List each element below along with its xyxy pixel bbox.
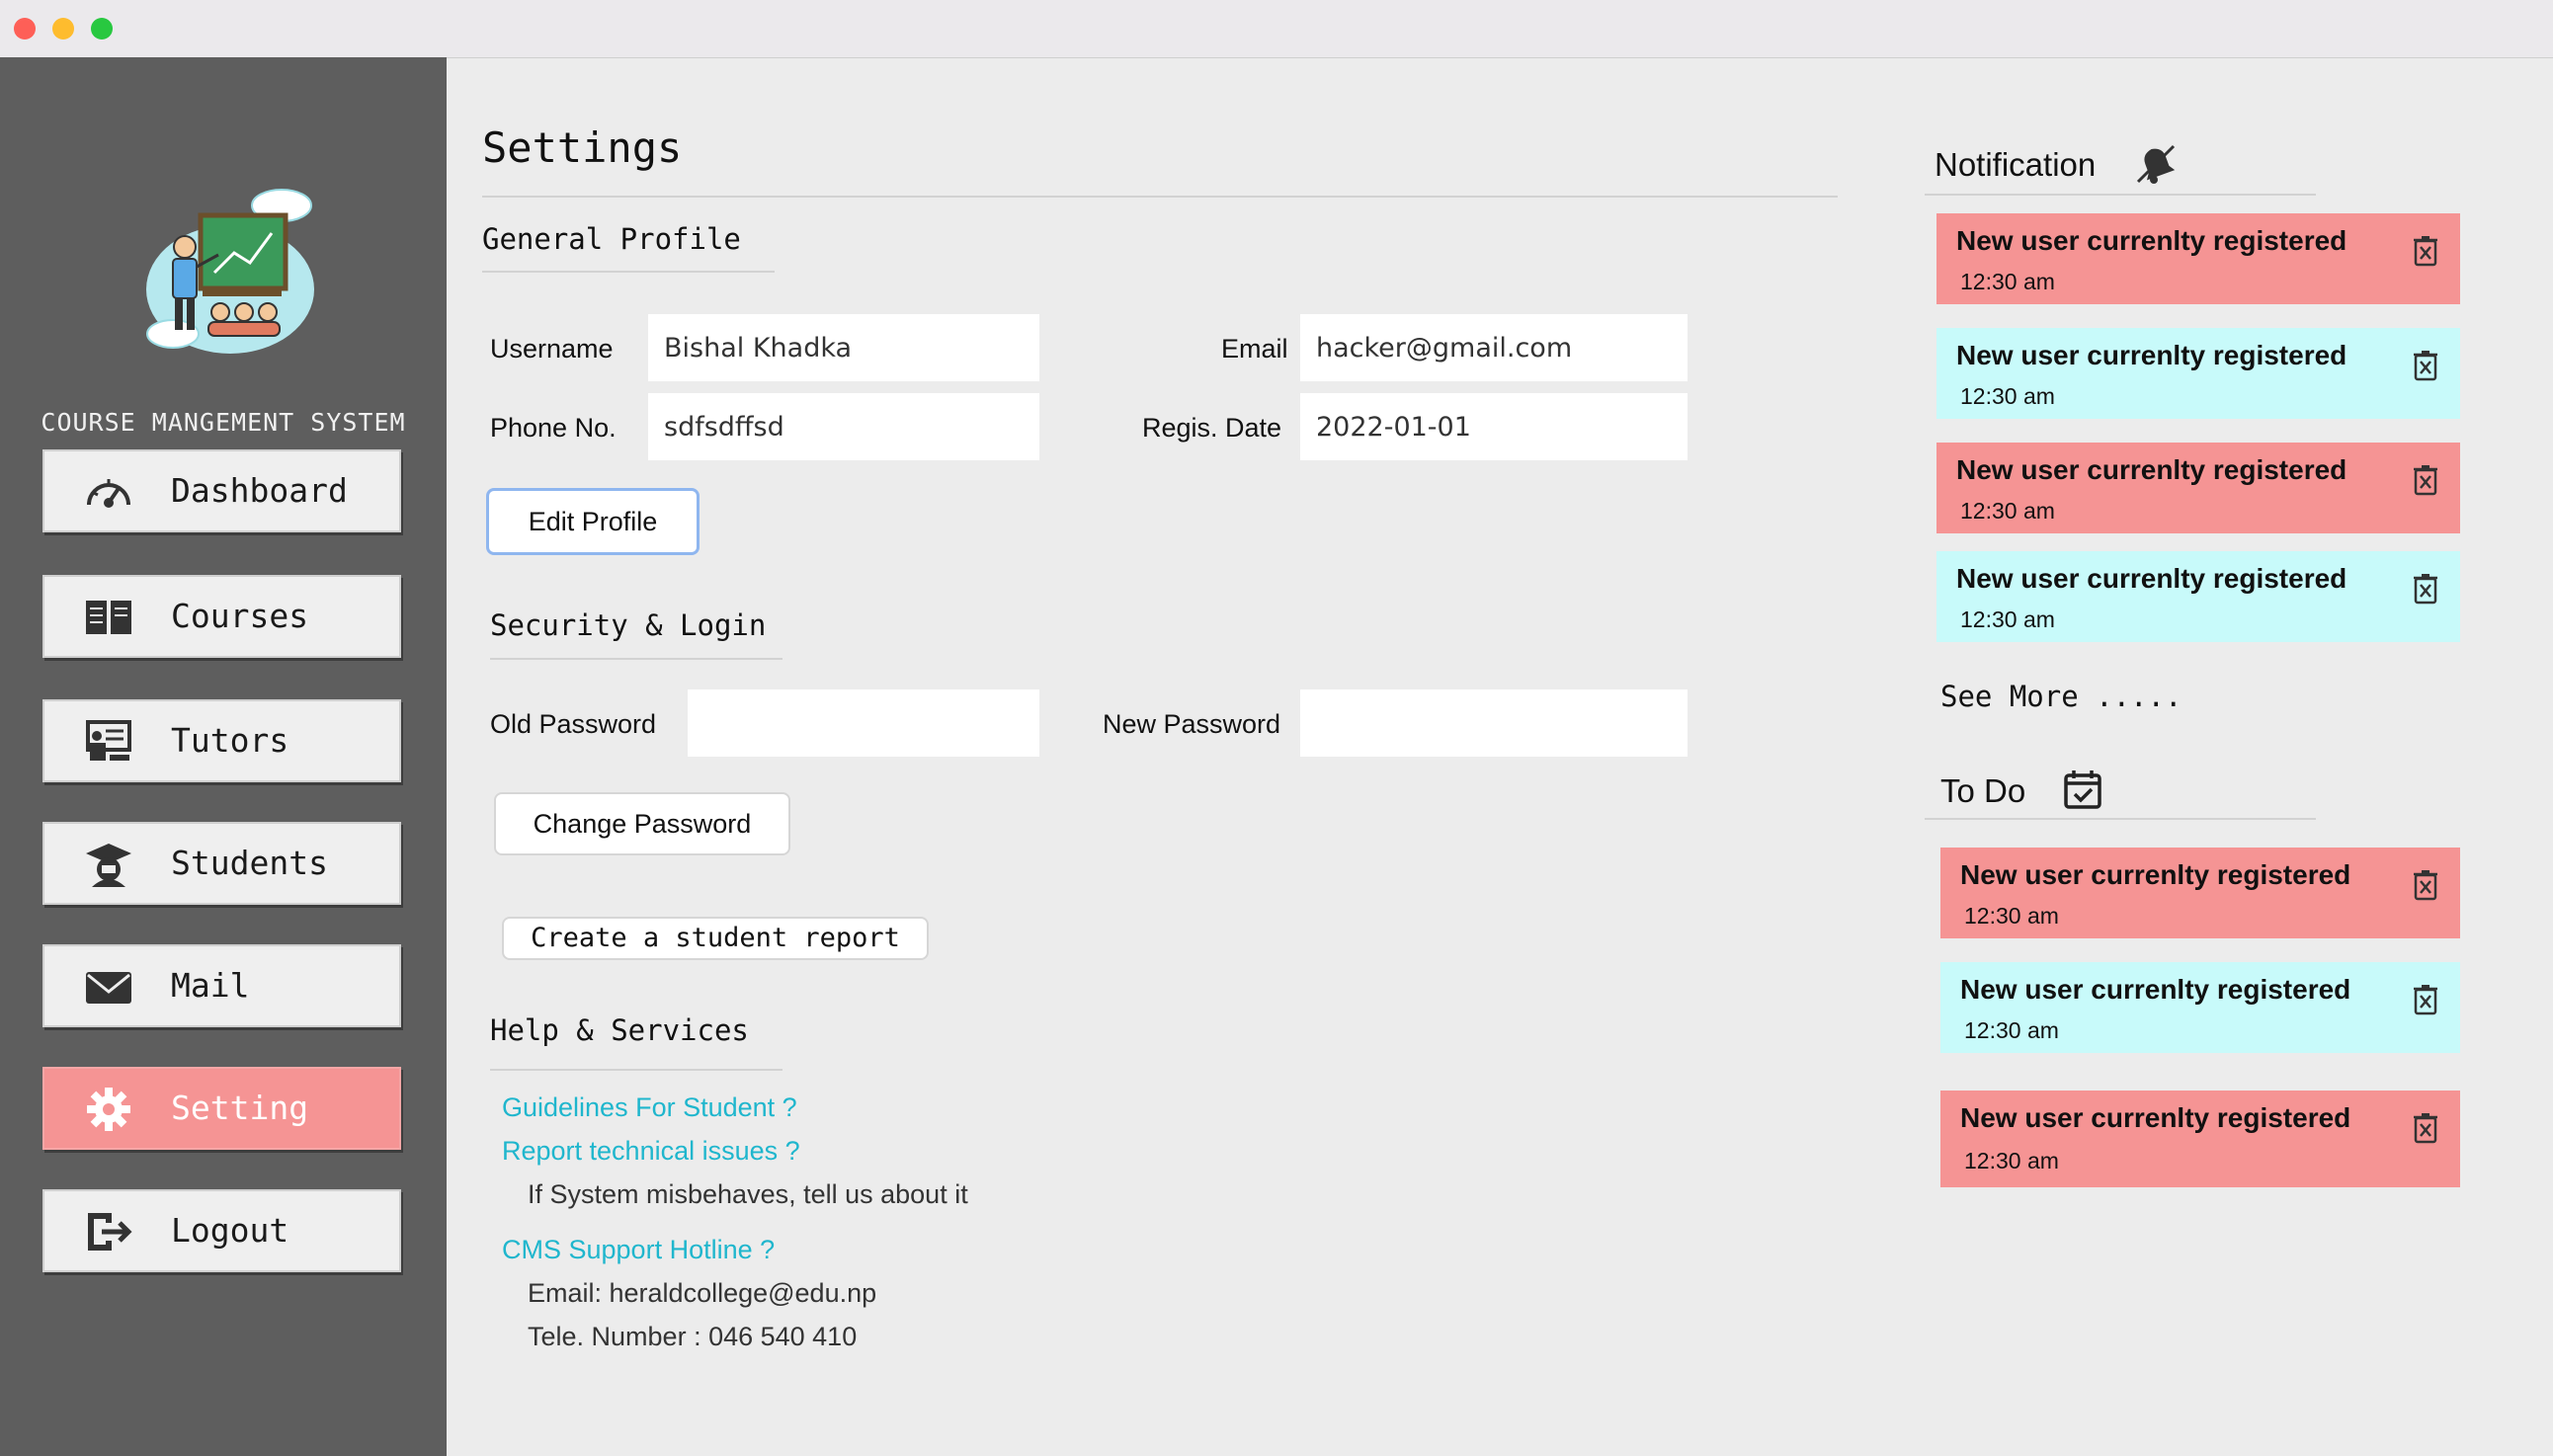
edit-profile-button[interactable]: Edit Profile (486, 488, 700, 555)
delete-icon[interactable] (2413, 573, 2438, 605)
todo-time: 12:30 am (1964, 1148, 2059, 1173)
phone-field[interactable] (648, 393, 1039, 460)
teacher-logo-icon (146, 189, 314, 354)
todo-item[interactable]: New user currenlty registered 12:30 am (1940, 1091, 2460, 1187)
nav-logout-button[interactable]: Logout (42, 1189, 401, 1272)
graduate-icon (86, 844, 131, 887)
help-divider (490, 1069, 782, 1071)
nav-tutors-button[interactable]: Tutors (42, 699, 401, 782)
sidebar: COURSE MANGEMENT SYSTEM Dashboard Course… (0, 57, 447, 1456)
envelope-icon (86, 972, 131, 1004)
nav-dashboard-button[interactable]: Dashboard (42, 449, 401, 532)
phone-label: Phone No. (490, 413, 617, 443)
delete-icon[interactable] (2413, 464, 2438, 496)
nav-label: Dashboard (171, 471, 348, 510)
help-services-heading: Help & Services (490, 1013, 749, 1047)
todo-text: New user currenlty registered (1960, 1102, 2351, 1133)
new-password-field[interactable] (1300, 689, 1688, 757)
notification-time: 12:30 am (1960, 607, 2055, 632)
notification-text: New user currenlty registered (1956, 563, 2347, 594)
nav-label: Mail (171, 966, 250, 1005)
todo-text: New user currenlty registered (1960, 974, 2351, 1005)
old-password-label: Old Password (490, 709, 657, 739)
notification-item[interactable]: New user currenlty registered 12:30 am (1936, 551, 2460, 642)
page-title: Settings (482, 123, 683, 172)
app-name: COURSE MANGEMENT SYSTEM (41, 408, 406, 437)
email-field[interactable] (1300, 314, 1688, 381)
support-hotline-link[interactable]: CMS Support Hotline ? (502, 1235, 775, 1265)
general-profile-heading: General Profile (482, 222, 741, 256)
notification-time: 12:30 am (1960, 498, 2055, 524)
gear-icon (87, 1088, 130, 1131)
nav-label: Logout (171, 1211, 289, 1250)
close-window-button[interactable] (14, 18, 36, 40)
notification-heading: Notification (1935, 146, 2097, 183)
report-info-text: If System misbehaves, tell us about it (528, 1179, 968, 1209)
security-divider (490, 658, 782, 660)
notification-text: New user currenlty registered (1956, 340, 2347, 370)
hotline-phone-text: Tele. Number : 046 540 410 (528, 1322, 858, 1351)
see-more-link[interactable]: See More ..... (1940, 680, 2182, 713)
title-divider (482, 196, 1838, 198)
security-login-heading: Security & Login (490, 608, 767, 642)
minimize-window-button[interactable] (52, 18, 74, 40)
nav-label: Tutors (171, 721, 289, 760)
tutor-board-icon (86, 720, 131, 761)
todo-heading: To Do (1940, 772, 2026, 809)
report-issues-link[interactable]: Report technical issues ? (502, 1136, 800, 1167)
general-profile-divider (482, 271, 775, 273)
notification-text: New user currenlty registered (1956, 454, 2347, 485)
old-password-field[interactable] (688, 689, 1039, 757)
todo-item[interactable]: New user currenlty registered 12:30 am (1940, 848, 2460, 938)
nav-setting-button[interactable]: Setting (42, 1067, 401, 1150)
zoom-window-button[interactable] (91, 18, 113, 40)
nav-students-button[interactable]: Students (42, 822, 401, 905)
todo-text: New user currenlty registered (1960, 859, 2351, 890)
notification-time: 12:30 am (1960, 269, 2055, 294)
speedometer-icon (87, 479, 130, 508)
email-label: Email (1221, 334, 1288, 364)
nav-label: Courses (171, 597, 309, 635)
username-label: Username (490, 334, 614, 364)
window-titlebar (0, 0, 2553, 58)
delete-icon[interactable] (2413, 235, 2438, 267)
todo-divider (1925, 818, 2316, 820)
notification-item[interactable]: New user currenlty registered 12:30 am (1936, 213, 2460, 304)
bell-mute-icon[interactable] (2134, 142, 2180, 186)
delete-icon[interactable] (2413, 984, 2438, 1015)
regis-date-label: Regis. Date (1142, 413, 1282, 443)
delete-icon[interactable] (2413, 350, 2438, 381)
nav-mail-button[interactable]: Mail (42, 944, 401, 1027)
delete-icon[interactable] (2413, 869, 2438, 901)
logout-icon (88, 1213, 132, 1251)
username-field[interactable] (648, 314, 1039, 381)
notification-item[interactable]: New user currenlty registered 12:30 am (1936, 328, 2460, 419)
notification-divider (1925, 194, 2316, 196)
notification-item[interactable]: New user currenlty registered 12:30 am (1936, 443, 2460, 533)
delete-icon[interactable] (2413, 1112, 2438, 1144)
book-icon (86, 601, 131, 634)
nav-label: Setting (171, 1089, 309, 1127)
notification-text: New user currenlty registered (1956, 225, 2347, 256)
todo-time: 12:30 am (1964, 903, 2059, 929)
new-password-label: New Password (1103, 709, 1281, 739)
todo-item[interactable]: New user currenlty registered 12:30 am (1940, 962, 2460, 1053)
hotline-email-text: Email: heraldcollege@edu.np (528, 1278, 877, 1308)
regis-date-field[interactable] (1300, 393, 1688, 460)
guidelines-link[interactable]: Guidelines For Student ? (502, 1092, 797, 1123)
notification-time: 12:30 am (1960, 383, 2055, 409)
create-report-button[interactable]: Create a student report (502, 917, 929, 960)
nav-courses-button[interactable]: Courses (42, 575, 401, 658)
calendar-check-icon[interactable] (2063, 768, 2102, 810)
nav-label: Students (171, 844, 328, 882)
todo-time: 12:30 am (1964, 1017, 2059, 1043)
change-password-button[interactable]: Change Password (494, 792, 790, 855)
